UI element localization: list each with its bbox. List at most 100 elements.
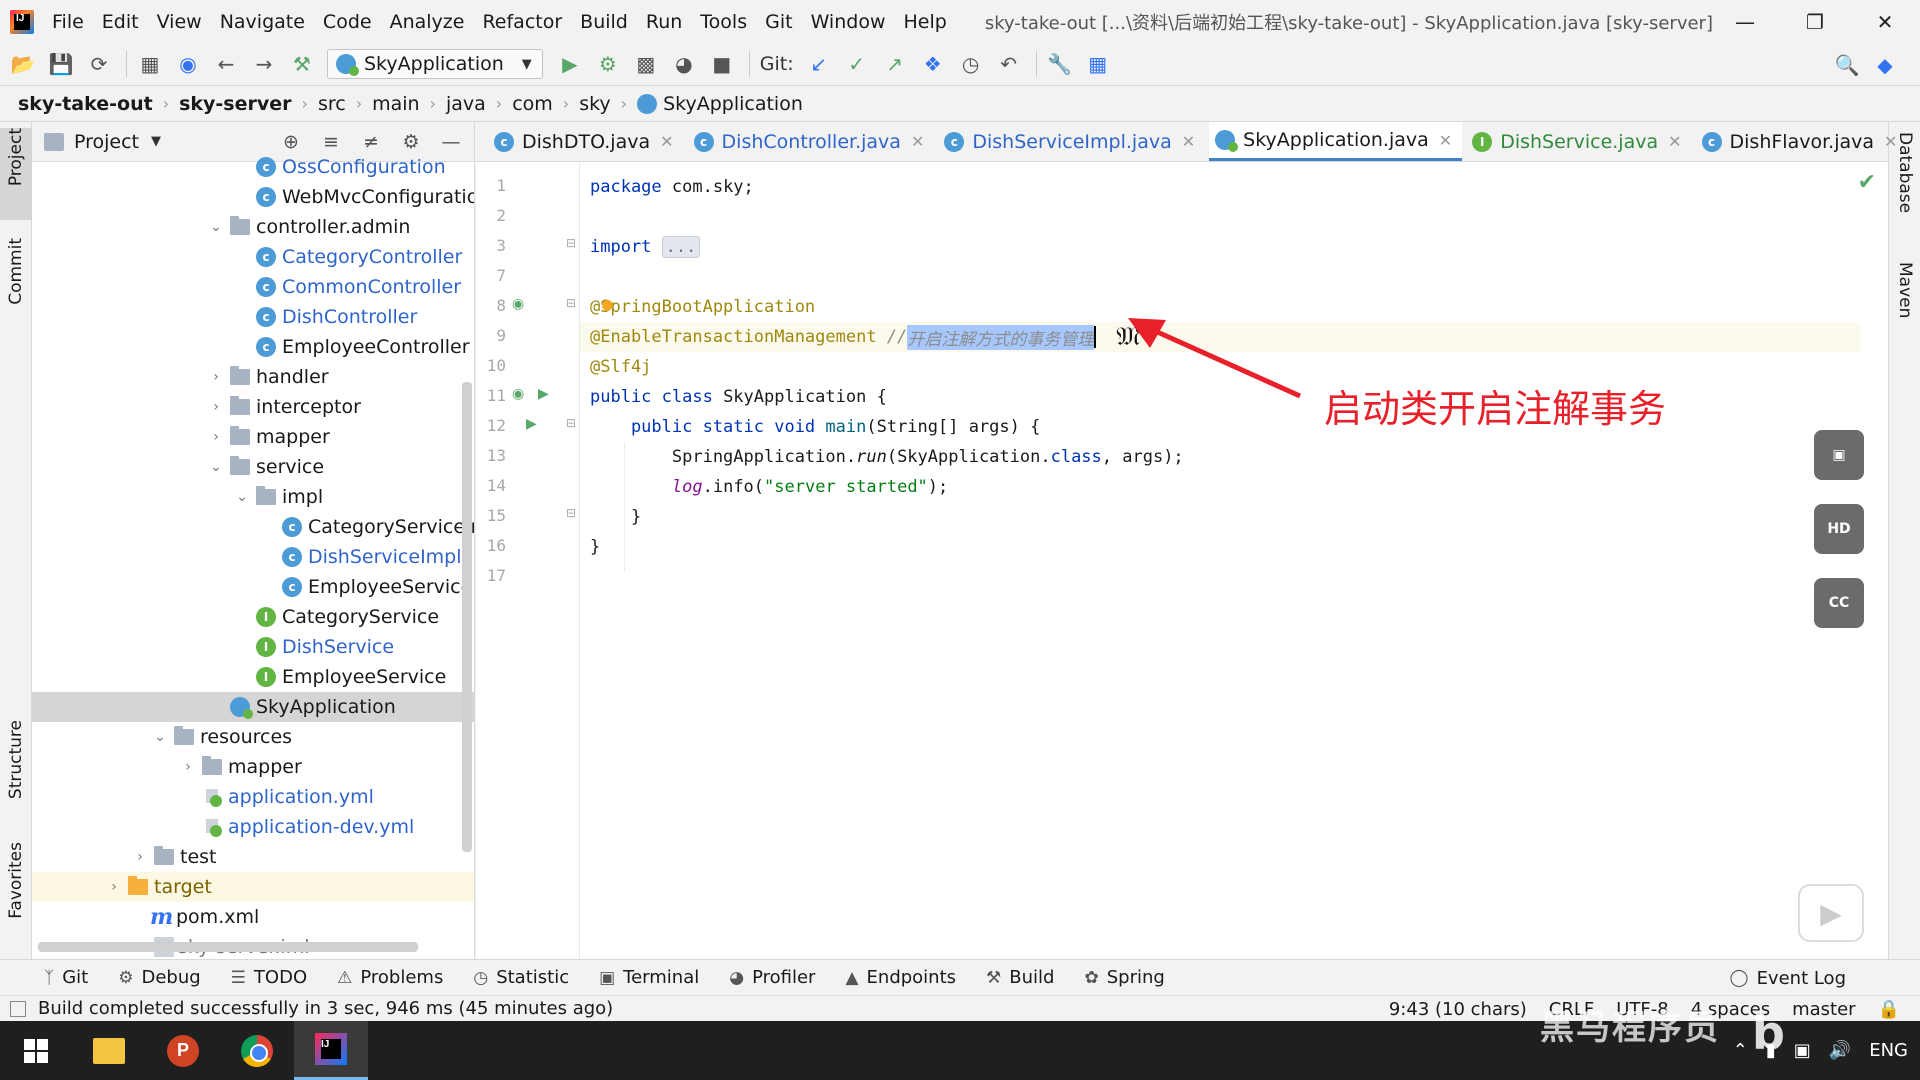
tool-spring[interactable]: ✿ Spring: [1084, 967, 1164, 988]
close-icon[interactable]: ✕: [1668, 132, 1681, 151]
git-push-icon[interactable]: ↗: [882, 51, 908, 77]
run-icon[interactable]: ▶: [557, 51, 583, 77]
menu-navigate[interactable]: Navigate: [220, 11, 305, 33]
gear-icon[interactable]: ⚙: [398, 131, 424, 153]
collapse-all-icon[interactable]: ≠: [358, 131, 384, 153]
tab-dishdto[interactable]: c DishDTO.java ✕: [488, 122, 684, 161]
tree-row[interactable]: c WebMvcConfiguration: [32, 182, 474, 212]
tool-debug[interactable]: ⚙ Debug: [118, 967, 200, 988]
close-icon[interactable]: ✕: [1850, 0, 1920, 43]
locate-icon[interactable]: ⊕: [278, 131, 304, 153]
menu-view[interactable]: View: [157, 11, 202, 33]
tool-event-log[interactable]: ◯ Event Log: [1730, 968, 1846, 989]
project-panel-title[interactable]: Project: [74, 131, 139, 153]
tree-row[interactable]: c CategoryServiceImpl: [32, 512, 474, 542]
tree-row[interactable]: › interceptor: [32, 392, 474, 422]
tool-terminal[interactable]: ▣ Terminal: [599, 967, 699, 988]
fold-icon[interactable]: ⊟: [566, 506, 576, 520]
play-icon[interactable]: ▶: [1798, 884, 1864, 942]
chevron-right-icon[interactable]: ›: [206, 369, 226, 385]
tree-row[interactable]: › test: [32, 842, 474, 872]
tree-row[interactable]: I DishService: [32, 632, 474, 662]
powerpoint-icon[interactable]: P: [146, 1021, 220, 1080]
tab-favorites[interactable]: Favorites: [0, 842, 32, 946]
close-icon[interactable]: ✕: [1439, 131, 1452, 150]
chevron-right-icon[interactable]: ›: [178, 759, 198, 775]
tree-row[interactable]: c CategoryController: [32, 242, 474, 272]
plugin-icon[interactable]: ◆: [1872, 52, 1898, 78]
coverage-icon[interactable]: ▩: [633, 51, 659, 77]
back-arrow-icon[interactable]: ←: [213, 51, 239, 77]
tree-row[interactable]: › target: [32, 872, 474, 902]
run-gutter-icon[interactable]: ▶: [526, 416, 537, 432]
tree-row[interactable]: c OssConfiguration: [32, 152, 474, 182]
tree-row[interactable]: ⌄ resources: [32, 722, 474, 752]
tab-dishserviceimpl[interactable]: c DishServiceImpl.java ✕: [938, 122, 1205, 161]
tool-git[interactable]: ᛉ Git: [44, 967, 88, 988]
chevron-down-icon[interactable]: ▼: [151, 134, 161, 149]
fold-icon[interactable]: ⊟: [566, 416, 576, 430]
crumb-src[interactable]: src: [318, 93, 346, 115]
git-commit-icon[interactable]: ✓: [844, 51, 870, 77]
chrome-icon[interactable]: [220, 1021, 294, 1080]
tab-dishservice[interactable]: I DishService.java ✕: [1466, 122, 1691, 161]
menu-analyze[interactable]: Analyze: [390, 11, 465, 33]
network-icon[interactable]: ▣: [1794, 1040, 1811, 1061]
forward-arrow-icon[interactable]: →: [251, 51, 277, 77]
inspection-ok-icon[interactable]: ✔: [1858, 170, 1876, 195]
windows-start-icon[interactable]: [0, 1021, 72, 1080]
chevron-down-icon[interactable]: ⌄: [150, 729, 170, 745]
chevron-right-icon[interactable]: ›: [206, 399, 226, 415]
chevron-down-icon[interactable]: ⌄: [206, 219, 226, 235]
tool-endpoints[interactable]: ▲ Endpoints: [845, 967, 956, 988]
menu-refactor[interactable]: Refactor: [482, 11, 562, 33]
crumb-module[interactable]: sky-server: [179, 93, 291, 115]
crumb-project[interactable]: sky-take-out: [18, 93, 153, 115]
bean-icon[interactable]: ◉: [512, 386, 524, 402]
tree-row[interactable]: › handler: [32, 362, 474, 392]
profile-icon[interactable]: ◕: [671, 51, 697, 77]
tree-row[interactable]: ⌄ service: [32, 452, 474, 482]
caret-position[interactable]: 9:43 (10 chars): [1389, 999, 1527, 1020]
menu-run[interactable]: Run: [646, 11, 682, 33]
run-gutter-icon[interactable]: ▶: [538, 386, 549, 402]
horizontal-scrollbar[interactable]: [38, 942, 418, 952]
save-icon[interactable]: 💾: [48, 51, 74, 77]
tree-row[interactable]: application-dev.yml: [32, 812, 474, 842]
tree-row[interactable]: › mapper: [32, 752, 474, 782]
close-icon[interactable]: ✕: [660, 132, 673, 151]
menu-tools[interactable]: Tools: [700, 11, 747, 33]
tree-row[interactable]: ⌄ controller.admin: [32, 212, 474, 242]
sync-icon[interactable]: ⟳: [86, 51, 112, 77]
tree-row[interactable]: I EmployeeService: [32, 662, 474, 692]
crumb-main[interactable]: main: [372, 93, 419, 115]
bean-icon[interactable]: ◉: [512, 296, 524, 312]
cc-button[interactable]: CC: [1814, 578, 1864, 628]
menu-window[interactable]: Window: [811, 11, 886, 33]
folded-imports[interactable]: ...: [661, 236, 701, 258]
build-hammer-icon[interactable]: ⚒: [289, 51, 315, 77]
run-config-select[interactable]: SkyApplication ▼: [327, 49, 543, 79]
project-structure-icon[interactable]: ▦: [137, 51, 163, 77]
chevron-up-icon[interactable]: ⌃: [1733, 1040, 1748, 1061]
tab-commit[interactable]: Commit: [0, 238, 32, 330]
close-icon[interactable]: ✕: [911, 132, 924, 151]
tab-dishcontroller[interactable]: c DishController.java ✕: [688, 122, 935, 161]
git-update-icon[interactable]: ↙: [806, 51, 832, 77]
minimize-icon[interactable]: —: [1710, 0, 1780, 43]
expand-all-icon[interactable]: ≡: [318, 131, 344, 153]
tool-statistic[interactable]: ◷ Statistic: [473, 967, 569, 988]
chevron-right-icon[interactable]: ›: [130, 849, 150, 865]
hd-button[interactable]: HD: [1814, 504, 1864, 554]
rollback-icon[interactable]: ↶: [996, 51, 1022, 77]
debug-icon[interactable]: ⚙: [595, 51, 621, 77]
menu-code[interactable]: Code: [323, 11, 372, 33]
tab-skyapplication[interactable]: SkyApplication.java ✕: [1209, 122, 1463, 161]
tree-row[interactable]: I CategoryService: [32, 602, 474, 632]
file-explorer-icon[interactable]: [72, 1021, 146, 1080]
tab-maven[interactable]: Maven: [1889, 262, 1920, 372]
tab-project[interactable]: Project: [0, 128, 32, 220]
tab-structure[interactable]: Structure: [0, 720, 32, 826]
tree-row[interactable]: application.yml: [32, 782, 474, 812]
chevron-down-icon[interactable]: ⌄: [206, 459, 226, 475]
